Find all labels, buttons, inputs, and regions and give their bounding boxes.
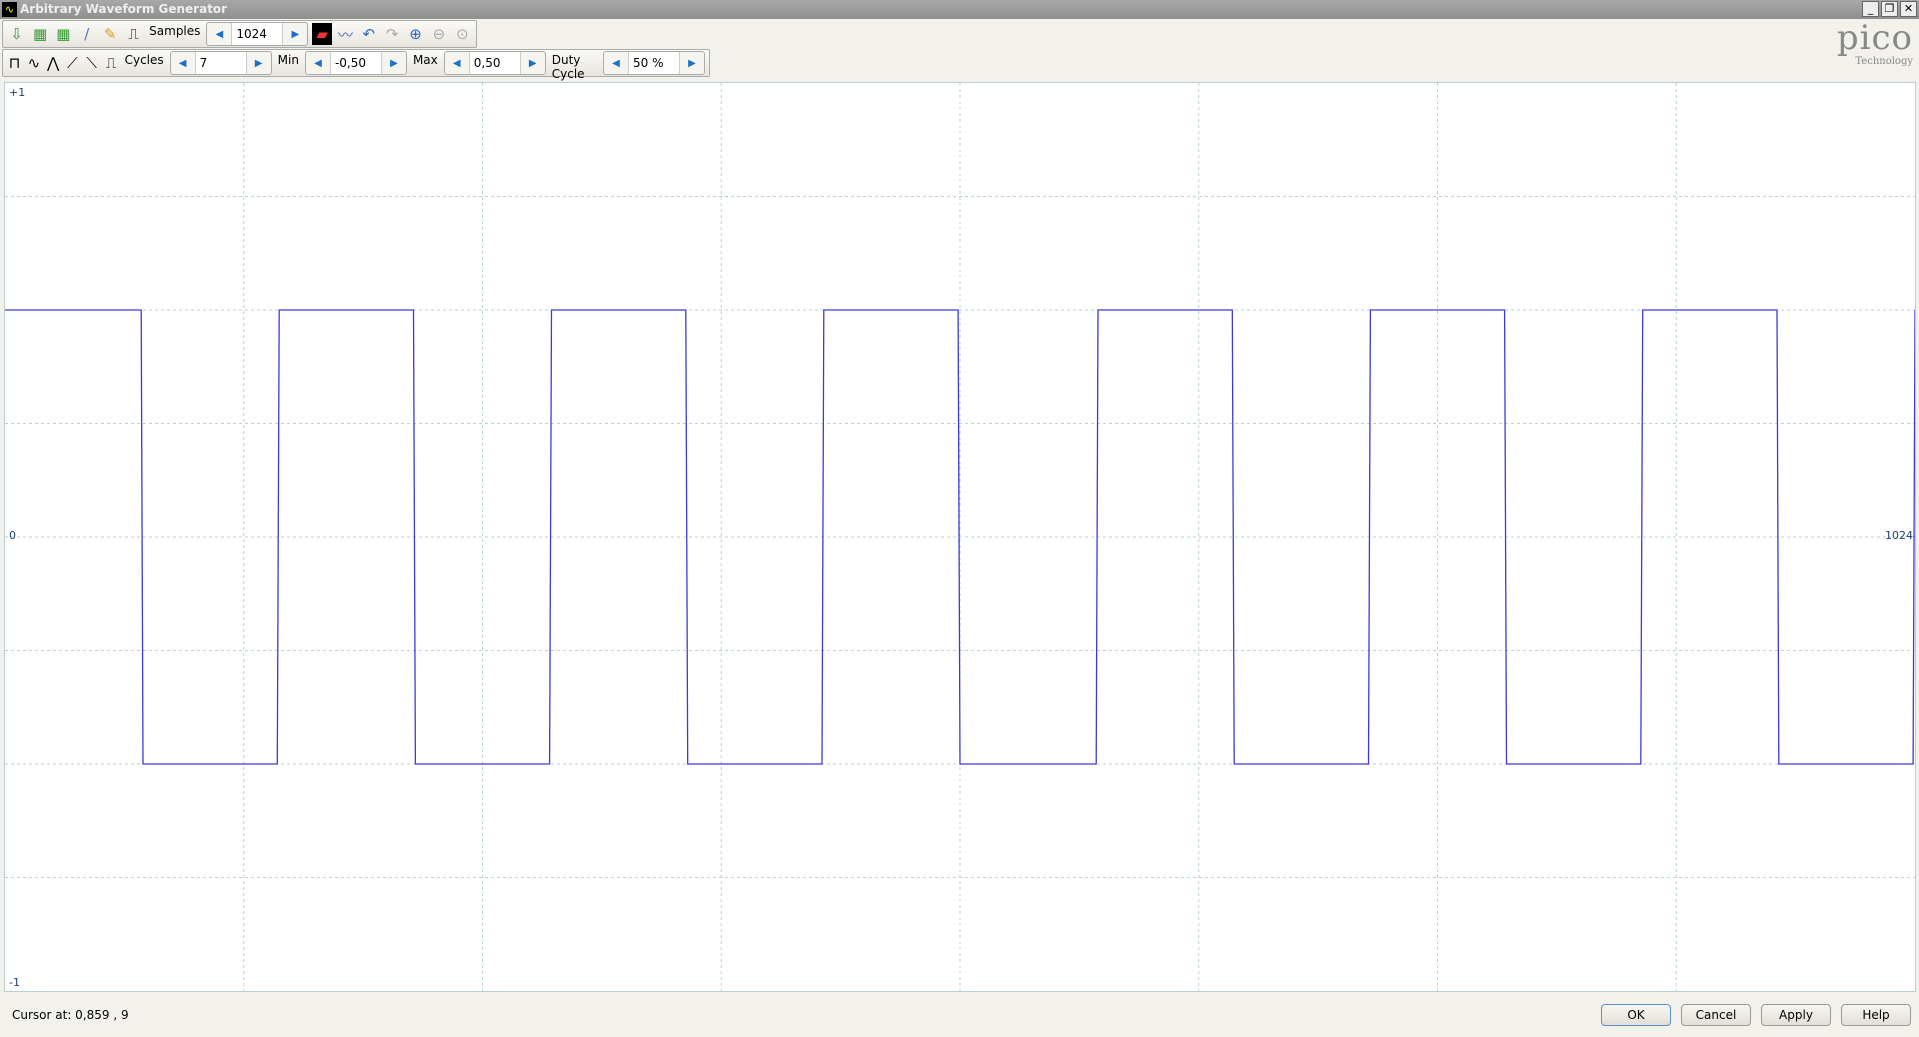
samples-icon: ⎍ [128,25,139,43]
max-spinner[interactable]: ◀▶ [443,51,546,75]
toolbar-main: ⇩ ▦ ▦ / ✎ ⎍ Samples ◀ ▶ ▰ 〰 ↶ ↷ ⊕ ⊖ ⊙ [2,20,477,48]
samples-spinner[interactable]: ◀ ▶ [206,22,309,46]
increment-icon[interactable]: ▶ [283,23,307,45]
min-spinner[interactable]: ◀▶ [304,51,407,75]
logo-brand: pico [1836,18,1913,58]
triangle-wave-icon[interactable]: ⋀ [46,52,61,74]
line-draw-icon[interactable]: / [77,23,96,45]
cursor-status: Cursor at: 0,859 , 9 [12,1008,129,1022]
duty-cycle-label: Duty Cycle [551,53,585,81]
import-waveform-icon[interactable]: ⇩ [7,23,26,45]
redo-icon[interactable]: ↷ [382,23,401,45]
y-axis-bottom-label: -1 [9,976,20,989]
x-axis-end-label: 1024 [1885,529,1913,542]
pencil-icon[interactable]: ✎ [100,23,119,45]
zoom-in-icon[interactable]: ⊕ [406,23,425,45]
duty-cycle-spinner[interactable]: ◀▶ [603,51,706,75]
zoom-out-icon[interactable]: ⊖ [429,23,448,45]
decrement-icon[interactable]: ◀ [171,52,195,74]
help-button[interactable]: Help [1841,1004,1911,1026]
pulse-wave-icon[interactable]: ⎍ [103,52,118,74]
normalize-icon[interactable]: 〰 [336,23,355,45]
ramp-up-icon[interactable]: ⟋ [65,52,80,74]
y-axis-mid-label: 0 [9,529,16,542]
increment-icon[interactable]: ▶ [382,52,406,74]
app-icon: ∿ [2,2,17,17]
samples-input[interactable] [231,23,284,45]
y-axis-top-label: +1 [9,86,26,99]
sine-wave-icon[interactable]: ∿ [26,52,41,74]
square-wave-icon[interactable]: ⊓ [7,52,22,74]
close-button[interactable]: ✕ [1900,1,1917,17]
duty-cycle-input[interactable] [628,52,681,74]
ok-button[interactable]: OK [1601,1004,1671,1026]
undo-icon[interactable]: ↶ [359,23,378,45]
max-label: Max [412,53,438,67]
import-table-icon[interactable]: ▦ [30,23,49,45]
zoom-fit-icon[interactable]: ⊙ [453,23,472,45]
toolbar-shape: ⊓ ∿ ⋀ ⟋ ⟍ ⎍ Cycles ◀▶ Min ◀▶ Max ◀▶ Duty… [2,49,710,81]
clear-icon[interactable]: ▰ [312,23,332,45]
pico-logo: pico Technology [1793,20,1913,78]
max-input[interactable] [468,52,521,74]
cycles-input[interactable] [194,52,247,74]
increment-icon[interactable]: ▶ [680,52,704,74]
waveform-canvas[interactable] [5,83,1915,991]
min-input[interactable] [329,52,382,74]
cycles-label: Cycles [124,53,164,67]
ramp-down-icon[interactable]: ⟍ [84,52,99,74]
export-table-icon[interactable]: ▦ [54,23,73,45]
decrement-icon[interactable]: ◀ [207,23,231,45]
title-bar: ∿ Arbitrary Waveform Generator _ ❐ ✕ [0,0,1919,19]
restore-button[interactable]: ❐ [1881,1,1898,17]
minimize-button[interactable]: _ [1862,1,1879,17]
increment-icon[interactable]: ▶ [247,52,271,74]
decrement-icon[interactable]: ◀ [445,52,469,74]
decrement-icon[interactable]: ◀ [306,52,330,74]
apply-button[interactable]: Apply [1761,1004,1831,1026]
increment-icon[interactable]: ▶ [521,52,545,74]
decrement-icon[interactable]: ◀ [604,52,628,74]
samples-label: Samples [149,24,201,38]
window-title: Arbitrary Waveform Generator [20,2,228,16]
cycles-spinner[interactable]: ◀▶ [169,51,272,75]
min-label: Min [277,53,299,67]
waveform-plot[interactable]: +1 0 1024 -1 [4,82,1916,992]
cancel-button[interactable]: Cancel [1681,1004,1751,1026]
